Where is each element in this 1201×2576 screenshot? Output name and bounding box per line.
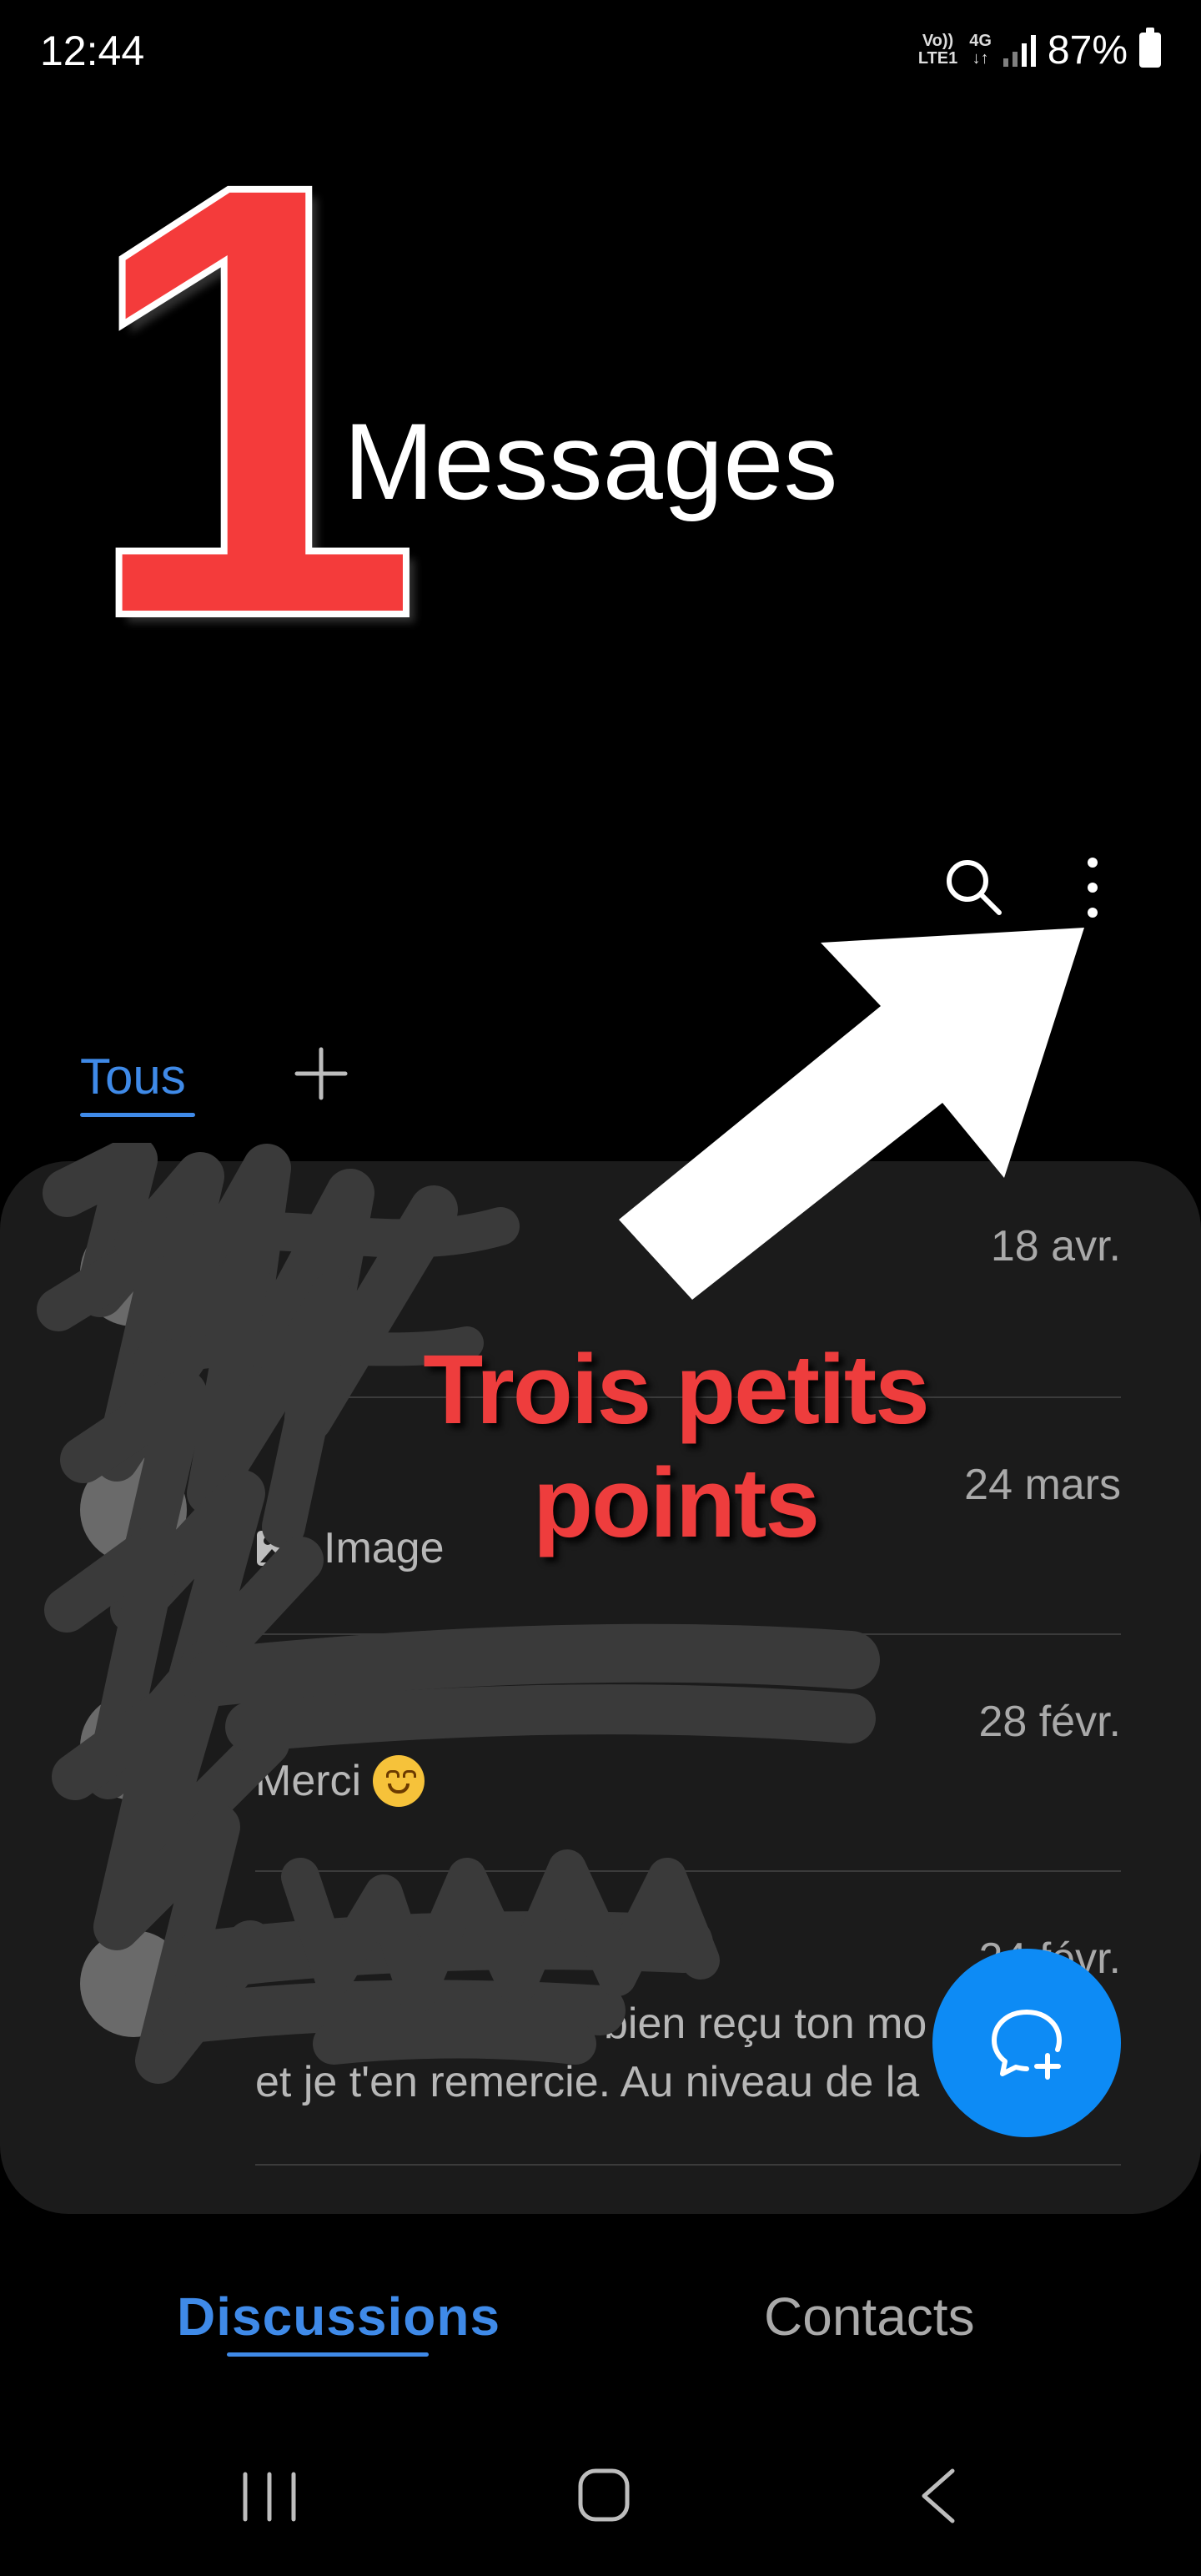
annotation-line-1: Trois petits bbox=[423, 1335, 929, 1445]
lte-label: LTE1 bbox=[917, 49, 958, 68]
preview-text: Merci bbox=[255, 1757, 362, 1805]
conversation-date: 18 avr. bbox=[990, 1222, 1121, 1270]
home-icon[interactable] bbox=[577, 2466, 631, 2524]
conversation-preview: Merci bbox=[255, 1755, 425, 1807]
annotation-line-2: points bbox=[533, 1448, 820, 1558]
status-indicators: Vo)) LTE1 4G ↓↑ 87% bbox=[918, 25, 1161, 75]
new-chat-icon bbox=[992, 2010, 1063, 2080]
divider bbox=[255, 2164, 1121, 2166]
smiling-face-icon bbox=[373, 1755, 425, 1807]
signal-icon bbox=[1003, 33, 1036, 67]
volte-indicator: Vo)) LTE1 bbox=[918, 33, 957, 68]
volte-label: Vo)) bbox=[922, 32, 954, 50]
conversation-item[interactable]: 28 févr. Merci bbox=[0, 1635, 1201, 1872]
avatar bbox=[80, 1220, 187, 1326]
conversation-date: 28 févr. bbox=[978, 1698, 1121, 1746]
battery-icon bbox=[1139, 28, 1161, 68]
annotation-text: Trois petits points bbox=[359, 1333, 992, 1560]
data-arrows-icon: ↓↑ bbox=[972, 49, 989, 68]
page-title: Messages bbox=[344, 400, 838, 522]
tab-contacts[interactable]: Contacts bbox=[764, 2286, 975, 2347]
new-chat-button[interactable] bbox=[932, 1949, 1121, 2137]
more-vertical-icon[interactable] bbox=[1069, 853, 1116, 923]
tab-all[interactable]: Tous bbox=[80, 1048, 186, 1105]
recent-apps-icon[interactable] bbox=[240, 2469, 299, 2524]
battery-percent: 87% bbox=[1047, 28, 1128, 73]
conversation-preview-line2: et je t'en remercie. Au niveau de la bbox=[255, 2058, 920, 2106]
avatar bbox=[80, 1693, 187, 1800]
avatar bbox=[80, 1930, 187, 2037]
network-label: 4G bbox=[969, 32, 992, 50]
search-icon[interactable] bbox=[941, 854, 1008, 921]
plus-icon[interactable] bbox=[292, 1044, 350, 1103]
tab-all-indicator bbox=[80, 1113, 195, 1117]
image-icon bbox=[257, 1531, 297, 1566]
tab-discussions[interactable]: Discussions bbox=[177, 2286, 500, 2347]
avatar bbox=[80, 1457, 187, 1563]
back-icon[interactable] bbox=[917, 2466, 959, 2526]
conversation-preview-line1: bien reçu ton mo bbox=[604, 2000, 927, 2048]
network-indicator: 4G ↓↑ bbox=[969, 33, 992, 68]
tab-discussions-indicator bbox=[227, 2352, 429, 2357]
